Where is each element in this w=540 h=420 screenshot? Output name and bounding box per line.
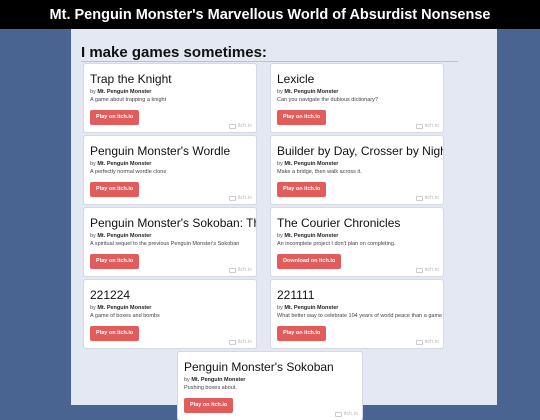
game-description: An incomplete project I don't plan on co…: [277, 241, 396, 247]
by-prefix: by: [90, 89, 96, 95]
game-title[interactable]: Penguin Monster's Sokoban: The Loop Edit…: [90, 216, 256, 230]
play-button[interactable]: Download on itch.io: [277, 254, 342, 269]
game-author[interactable]: Mt. Penguin Monster: [97, 305, 151, 311]
game-title[interactable]: Penguin Monster's Sokoban: [184, 360, 334, 374]
itch-icon: [415, 267, 423, 273]
itch-icon: [334, 411, 342, 417]
game-card[interactable]: Lexicle by Mt. Penguin Monster Can you nav…: [271, 64, 443, 132]
play-button[interactable]: Play on itch.io: [90, 254, 140, 269]
game-author[interactable]: Mt. Penguin Monster: [284, 161, 338, 167]
play-button[interactable]: Play on itch.io: [184, 398, 234, 413]
itch-icon: [415, 339, 423, 345]
by-prefix: by: [184, 377, 190, 383]
by-prefix: by: [277, 161, 283, 167]
game-title[interactable]: 221111: [277, 288, 314, 302]
game-description: Make a bridge, then walk across it.: [277, 169, 362, 175]
itch-badge[interactable]: itch.io: [228, 339, 252, 345]
itch-badge-label: itch.io: [237, 339, 252, 345]
game-author-line: by Mt. Penguin Monster: [90, 89, 151, 95]
itch-badge-label: itch.io: [343, 411, 358, 417]
play-button[interactable]: Play on itch.io: [277, 326, 327, 341]
itch-badge[interactable]: itch.io: [415, 267, 439, 273]
itch-badge[interactable]: itch.io: [415, 339, 439, 345]
itch-icon: [415, 123, 423, 129]
game-author-line: by Mt. Penguin Monster: [277, 305, 338, 311]
by-prefix: by: [90, 161, 96, 167]
play-button[interactable]: Play on itch.io: [90, 110, 140, 125]
play-button[interactable]: Play on itch.io: [277, 182, 327, 197]
game-card[interactable]: Trap the Knight by Mt. Penguin Monster A g…: [84, 64, 256, 132]
game-title[interactable]: 221224: [90, 288, 130, 302]
itch-icon: [415, 195, 423, 201]
game-card[interactable]: Penguin Monster's Sokoban: The Loop Edit…: [84, 208, 256, 276]
game-title[interactable]: Penguin Monster's Wordle: [90, 144, 230, 158]
itch-icon: [228, 123, 236, 129]
itch-badge-label: itch.io: [237, 267, 252, 273]
by-prefix: by: [90, 305, 96, 311]
game-author[interactable]: Mt. Penguin Monster: [284, 233, 338, 239]
game-author[interactable]: Mt. Penguin Monster: [97, 233, 151, 239]
itch-badge-label: itch.io: [237, 195, 252, 201]
game-card[interactable]: The Courier Chronicles by Mt. Penguin Mon…: [271, 208, 443, 276]
itch-badge[interactable]: itch.io: [228, 123, 252, 129]
itch-badge[interactable]: itch.io: [228, 267, 252, 273]
game-card[interactable]: 221111 by Mt. Penguin Monster What better …: [271, 280, 443, 348]
game-author[interactable]: Mt. Penguin Monster: [284, 305, 338, 311]
game-description: A game of boxes and bombs: [90, 313, 160, 319]
game-author-line: by Mt. Penguin Monster: [90, 161, 151, 167]
game-title[interactable]: Trap the Knight: [90, 72, 172, 86]
game-card[interactable]: Penguin Monster's Sokoban by Mt. Penguin …: [178, 352, 362, 420]
game-author-line: by Mt. Penguin Monster: [277, 161, 338, 167]
play-button[interactable]: Play on itch.io: [90, 182, 140, 197]
game-author[interactable]: Mt. Penguin Monster: [284, 89, 338, 95]
itch-badge-label: itch.io: [424, 267, 439, 273]
game-title[interactable]: The Courier Chronicles: [277, 216, 400, 230]
site-title: Mt. Penguin Monster's Marvellous World o…: [49, 6, 491, 23]
game-author-line: by Mt. Penguin Monster: [90, 233, 151, 239]
itch-badge[interactable]: itch.io: [415, 195, 439, 201]
game-description: Can you navigate the dubious dictionary?: [277, 97, 378, 103]
itch-badge-label: itch.io: [424, 123, 439, 129]
game-title[interactable]: Lexicle: [277, 72, 314, 86]
game-author-line: by Mt. Penguin Monster: [90, 305, 151, 311]
game-author[interactable]: Mt. Penguin Monster: [97, 161, 151, 167]
itch-icon: [228, 339, 236, 345]
game-title[interactable]: Builder by Day, Crosser by Night: [277, 144, 443, 158]
itch-badge[interactable]: itch.io: [334, 411, 358, 417]
itch-badge-label: itch.io: [424, 195, 439, 201]
game-card[interactable]: Builder by Day, Crosser by Night by Mt. P…: [271, 136, 443, 204]
game-description: A spiritual sequel to the previous Pengu…: [90, 241, 240, 247]
section-heading: I make games sometimes:: [81, 44, 267, 61]
game-description: Pushing boxes about.: [184, 385, 237, 391]
game-description: What better way to celebrate 104 years o…: [277, 313, 443, 319]
game-author-line: by Mt. Penguin Monster: [277, 233, 338, 239]
by-prefix: by: [277, 233, 283, 239]
game-author[interactable]: Mt. Penguin Monster: [97, 89, 151, 95]
itch-icon: [228, 267, 236, 273]
game-card[interactable]: 221224 by Mt. Penguin Monster A game of bo…: [84, 280, 256, 348]
play-button[interactable]: Play on itch.io: [277, 110, 327, 125]
itch-icon: [228, 195, 236, 201]
by-prefix: by: [277, 89, 283, 95]
itch-badge[interactable]: itch.io: [228, 195, 252, 201]
itch-badge-label: itch.io: [424, 339, 439, 345]
game-description: A game about trapping a knight: [90, 97, 167, 103]
game-description: A perfectly normal wordle clone: [90, 169, 167, 175]
game-author-line: by Mt. Penguin Monster: [277, 89, 338, 95]
game-author-line: by Mt. Penguin Monster: [184, 377, 245, 383]
by-prefix: by: [90, 233, 96, 239]
site-header: Mt. Penguin Monster's Marvellous World o…: [0, 0, 540, 29]
play-button[interactable]: Play on itch.io: [90, 326, 140, 341]
game-card[interactable]: Penguin Monster's Wordle by Mt. Penguin M…: [84, 136, 256, 204]
itch-badge-label: itch.io: [237, 123, 252, 129]
by-prefix: by: [277, 305, 283, 311]
game-author[interactable]: Mt. Penguin Monster: [191, 377, 245, 383]
heading-divider: [81, 61, 458, 62]
itch-badge[interactable]: itch.io: [415, 123, 439, 129]
